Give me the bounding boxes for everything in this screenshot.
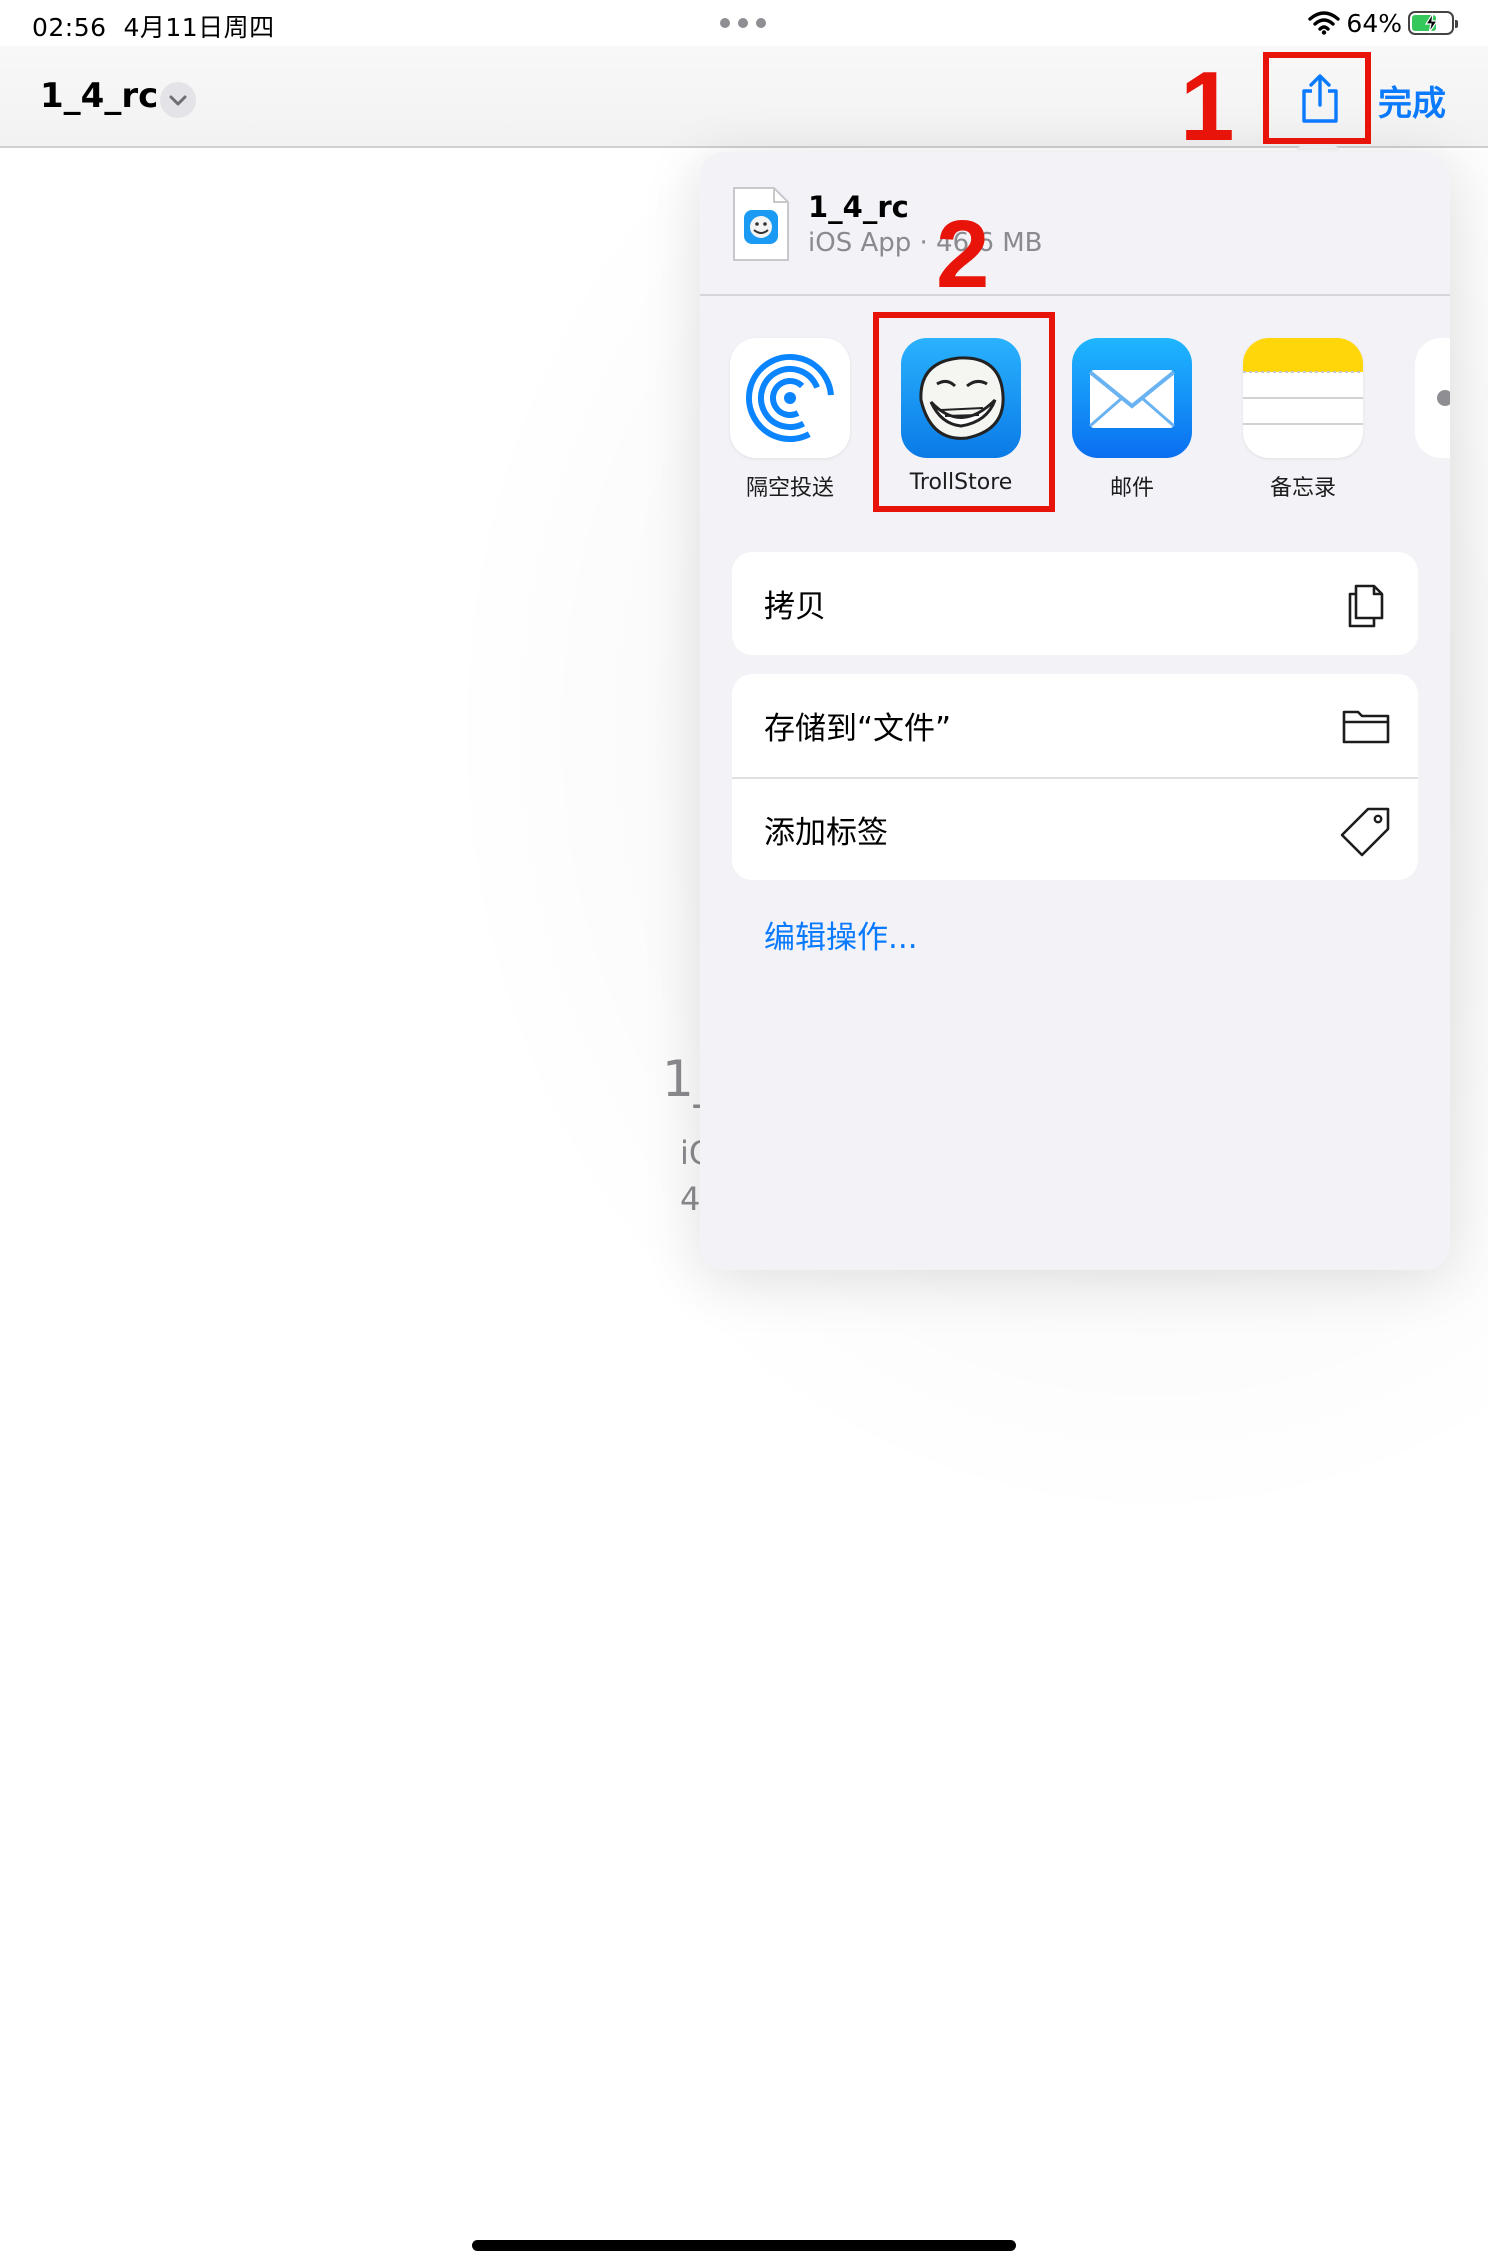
share-app-airdrop[interactable]: 隔空投送: [705, 338, 855, 508]
copy-icon: [1348, 584, 1384, 628]
app-file-icon: [733, 187, 789, 261]
share-app-more[interactable]: [1390, 338, 1450, 508]
annotation-step-2: 2: [936, 201, 990, 308]
notes-icon: [1243, 338, 1363, 458]
battery-percent: 64%: [1346, 8, 1402, 38]
action-label: 存储到“文件”: [764, 711, 952, 747]
status-time: 02:56 4月11日周四: [32, 13, 275, 42]
airdrop-icon: [730, 338, 850, 458]
wifi-icon: [1308, 11, 1341, 35]
share-app-mail[interactable]: 邮件: [1047, 338, 1197, 508]
share-app-label: 备忘录: [1269, 476, 1336, 501]
action-group-copy: 拷贝: [732, 552, 1418, 655]
more-apps-icon: [1415, 338, 1450, 458]
charging-bolt-icon: [1424, 12, 1439, 34]
action-label: 添加标签: [764, 815, 888, 851]
share-apps-row: 隔空投送 TrollStore 邮件 备忘录: [700, 338, 1450, 518]
annotation-step-1: 1: [1180, 51, 1235, 161]
home-indicator[interactable]: [472, 2240, 1016, 2251]
action-group-files: 存储到“文件” 添加标签: [732, 674, 1418, 880]
annotation-box-trollstore: [873, 312, 1055, 512]
folder-icon: [1342, 710, 1390, 744]
document-title[interactable]: 1_4_rc: [40, 76, 158, 116]
shared-file-name: 1_4_rc: [808, 190, 909, 224]
mail-icon: [1072, 338, 1192, 458]
action-label: 拷贝: [764, 589, 826, 625]
share-app-label: 邮件: [1109, 476, 1154, 501]
add-tags-action[interactable]: 添加标签: [732, 777, 1418, 880]
status-right: 64%: [1308, 8, 1458, 38]
tag-icon: [1340, 807, 1390, 857]
annotation-box-share: [1263, 52, 1371, 144]
share-app-notes[interactable]: 备忘录: [1218, 338, 1368, 508]
multitasking-dots-icon[interactable]: [720, 18, 766, 28]
chevron-down-icon: [169, 95, 187, 106]
share-sheet-header: 1_4_rc iOS App · 46.6 MB: [700, 152, 1450, 296]
share-app-label: 隔空投送: [745, 476, 834, 501]
share-sheet: 1_4_rc iOS App · 46.6 MB 隔空投送 TrollStore…: [700, 152, 1450, 1270]
battery-icon: [1408, 11, 1458, 35]
copy-action[interactable]: 拷贝: [732, 552, 1418, 655]
done-button[interactable]: 完成: [1378, 76, 1446, 125]
edit-actions-link[interactable]: 编辑操作...: [764, 912, 918, 957]
status-bar: 02:56 4月11日周四 64%: [0, 0, 1488, 46]
save-to-files-action[interactable]: 存储到“文件”: [732, 674, 1418, 777]
preview-file-size: 4: [680, 1180, 701, 1218]
shared-file-meta: iOS App · 46.6 MB: [808, 228, 1043, 258]
title-menu-button[interactable]: [160, 82, 196, 118]
